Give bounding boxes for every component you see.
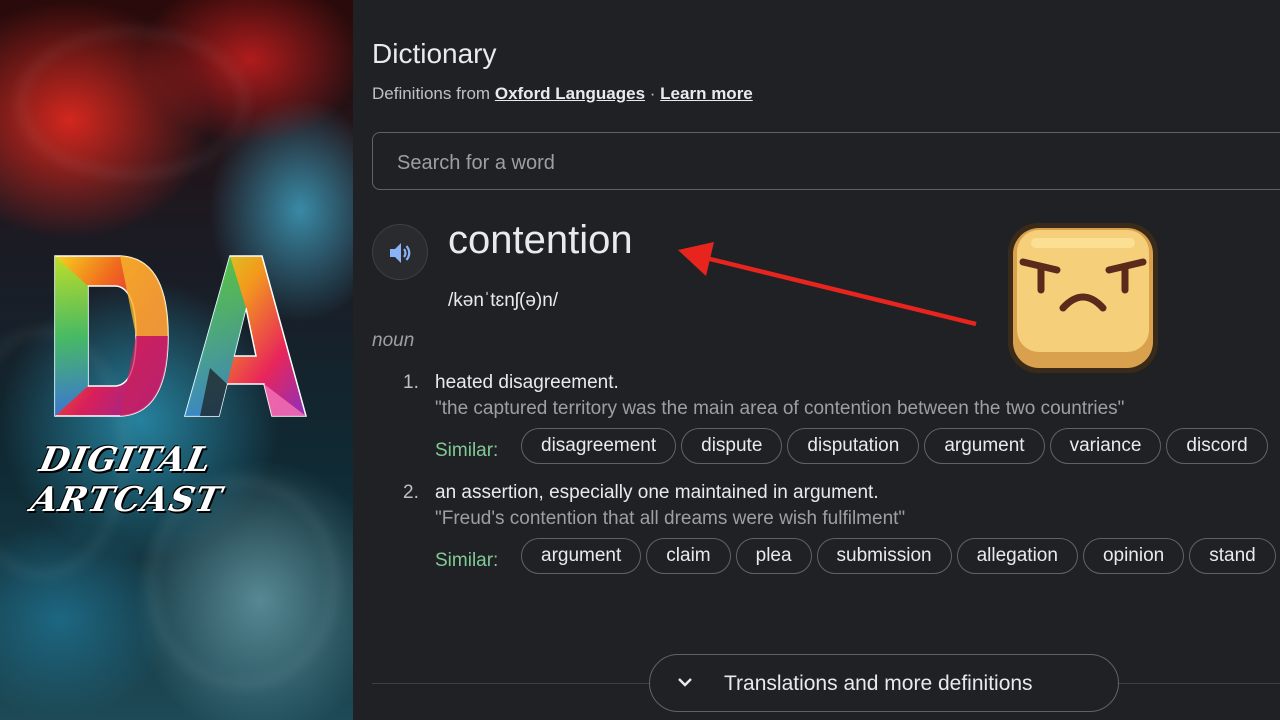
frustrated-face-icon	[1008, 223, 1158, 373]
similar-label: Similar:	[435, 550, 499, 571]
similar-chip[interactable]: disputation	[787, 428, 920, 464]
smoke-swirl	[20, 30, 246, 176]
similar-chip[interactable]: dispute	[681, 428, 783, 464]
chevron-down-icon	[678, 678, 692, 687]
pronunciation-speaker-button[interactable]	[372, 224, 428, 280]
separator: ·	[649, 84, 656, 103]
similar-chip[interactable]: variance	[1049, 428, 1162, 464]
search-input[interactable]	[395, 149, 1199, 177]
sense-definition: an assertion, especially one maintained …	[435, 482, 879, 503]
sense-example: "Freud's contention that all dreams were…	[435, 508, 906, 529]
sense-example: "the captured territory was the main are…	[435, 398, 1125, 419]
source-prefix: Definitions from	[372, 84, 491, 103]
similar-chip[interactable]: allegation	[956, 538, 1078, 574]
phonetic-spelling: /kənˈtɛnʃ(ə)n/	[448, 290, 559, 311]
sense-definition: heated disagreement.	[435, 372, 619, 393]
sense-number: 1.	[403, 372, 419, 393]
learn-more-link[interactable]: Learn more	[660, 84, 753, 103]
similar-chip[interactable]: submission	[816, 538, 952, 574]
source-line: Definitions from Oxford Languages · Lear…	[372, 84, 753, 104]
similar-row: Similar: argument claim plea submission alle…	[435, 538, 1280, 576]
thumbnail-art-panel: DIGITAL ARTCAST	[0, 0, 353, 720]
translations-more-button[interactable]: Translations and more definitions	[649, 654, 1119, 712]
similar-chips: argument claim plea submission allegation opi…	[521, 538, 1280, 574]
similar-chip[interactable]: discord	[1166, 428, 1268, 464]
similar-chip[interactable]: opinion	[1082, 538, 1185, 574]
similar-label: Similar:	[435, 440, 499, 461]
page-title: Dictionary	[372, 38, 497, 69]
part-of-speech: noun	[372, 330, 415, 351]
similar-chip[interactable]: stand	[1189, 538, 1276, 574]
sense-number: 2.	[403, 482, 419, 503]
similar-chip[interactable]: plea	[735, 538, 812, 574]
headword: contention	[448, 218, 633, 262]
similar-chip[interactable]: argument	[924, 428, 1045, 464]
similar-row: Similar: disagreement dispute disputation a…	[435, 428, 1280, 466]
speaker-icon	[390, 243, 411, 263]
red-arrow-icon	[678, 242, 977, 327]
search-box[interactable]	[372, 132, 1280, 190]
similar-chip[interactable]: disagreement	[521, 428, 677, 464]
da-logo-icon	[54, 255, 307, 417]
oxford-languages-link[interactable]: Oxford Languages	[495, 84, 645, 103]
similar-chip[interactable]: argument	[521, 538, 642, 574]
translations-more-label: Translations and more definitions	[724, 672, 1033, 695]
similar-chip[interactable]: claim	[646, 538, 731, 574]
logo-caption: DIGITAL ARTCAST	[27, 440, 226, 520]
similar-chips: disagreement dispute disputation argument va…	[521, 428, 1273, 464]
